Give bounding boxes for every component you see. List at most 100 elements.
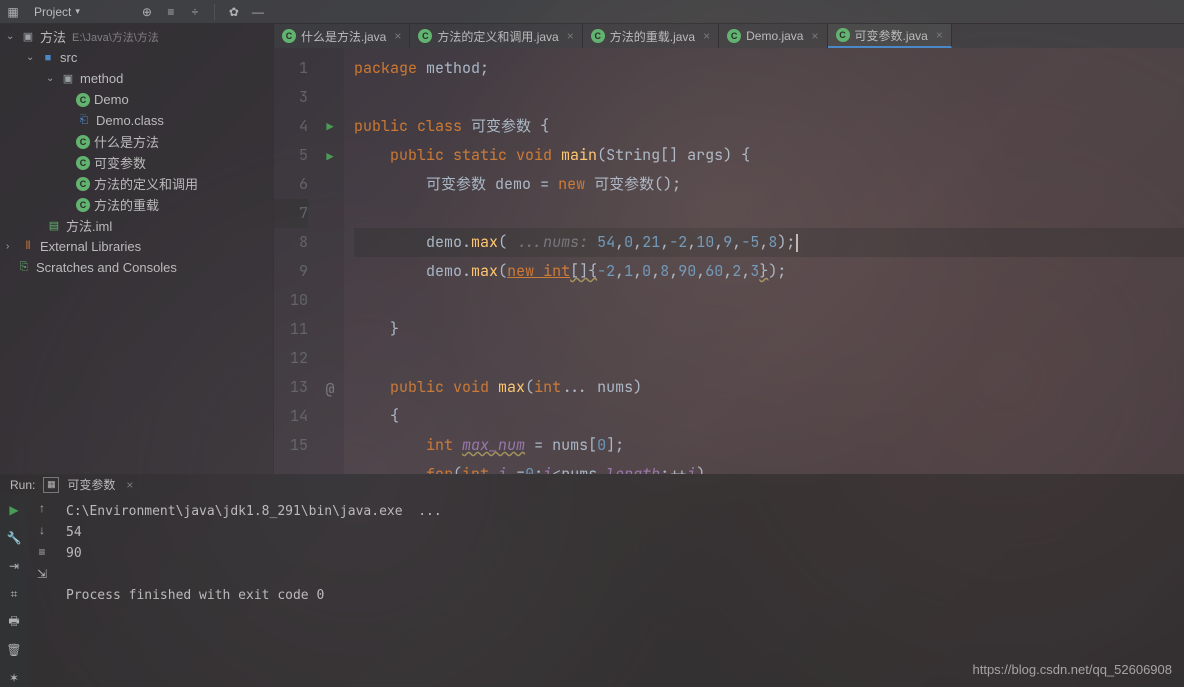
step-icon[interactable]: ⇥ [5,557,23,575]
chevron-down-icon: ⌄ [26,52,36,63]
java-class-icon: C [591,29,605,43]
tab-label: 什么是方法.java [301,28,386,45]
run-nav: ↑ ↓ ≡ ⇲ [28,495,56,687]
locate-icon[interactable]: ⊕ [138,3,156,21]
close-icon[interactable]: × [567,29,574,43]
run-panel: Run: ▦ 可变参数 × ▶ 🔧 ⇥ ⌗ 🖶 🗑 ✶ ↑ ↓ ≡ ⇲ C:\E… [0,474,1184,687]
close-icon[interactable]: × [394,29,401,43]
iml-icon: ▤ [46,218,62,234]
editor-tab[interactable]: C 方法的重载.java × [583,24,719,48]
code-content[interactable]: package method; public class 可变参数 { publ… [344,48,1184,474]
code-editor[interactable]: 13456789101112131415 ▶ ▶ @ package method… [274,48,1184,474]
class-file-icon: ⎗ [76,113,92,129]
editor-tab[interactable]: C 什么是方法.java × [274,24,410,48]
tab-label: Demo.java [746,29,803,43]
run-toolbar: ▶ 🔧 ⇥ ⌗ 🖶 🗑 ✶ [0,495,28,687]
close-icon[interactable]: × [811,29,818,43]
java-class-icon: C [418,29,432,43]
run-header: Run: ▦ 可变参数 × [0,475,1184,495]
run-output[interactable]: C:\Environment\java\jdk1.8_291\bin\java.… [56,495,1184,687]
up-arrow-icon[interactable]: ↑ [39,501,45,515]
chevron-right-icon: › [6,241,16,252]
java-class-icon: C [836,28,850,42]
line-numbers: 13456789101112131415 [274,48,316,474]
print-icon[interactable]: 🖶 [5,613,23,631]
tree-file-democlass[interactable]: ⎗ Demo.class [0,110,273,131]
tree-label: src [60,50,77,65]
java-class-icon: C [76,198,90,212]
chevron-down-icon: ▾ [75,6,80,17]
editor-tabs: C 什么是方法.java × C 方法的定义和调用.java × C 方法的重载… [274,24,1184,48]
tree-label: 方法.iml [66,216,112,235]
tree-label: 可变参数 [94,153,146,172]
tree-file-demo[interactable]: C Demo [0,89,273,110]
tree-label: Demo [94,92,129,107]
wrench-icon[interactable]: 🔧 [5,529,23,547]
tree-label: 方法 [40,27,66,46]
gear-icon[interactable]: ✿ [225,3,243,21]
folder-icon: ■ [40,50,56,66]
run-gutter-icon[interactable]: ▶ [326,149,333,165]
scroll-icon[interactable]: ⇲ [37,567,47,581]
tree-package[interactable]: ⌄ ▣ method [0,68,273,89]
tree-src[interactable]: ⌄ ■ src [0,47,273,68]
close-icon[interactable]: × [126,478,133,492]
tree-file-2[interactable]: C 什么是方法 [0,131,273,152]
tree-label: 方法的定义和调用 [94,174,198,193]
tree-external-libs[interactable]: › ⫴ External Libraries [0,236,273,257]
tree-file-5[interactable]: C 方法的重载 [0,194,273,215]
project-tree: ⌄ ▣ 方法 E:\Java\方法\方法 ⌄ ■ src ⌄ ▣ method … [0,24,274,474]
editor-tab[interactable]: C Demo.java × [719,24,827,48]
chevron-down-icon: ⌄ [6,31,16,42]
run-config-name: 可变参数 [67,476,115,493]
java-class-icon: C [76,156,90,170]
editor-area: C 什么是方法.java × C 方法的定义和调用.java × C 方法的重载… [274,24,1184,474]
tree-label: 方法的重载 [94,195,159,214]
run-config-icon[interactable]: ▦ [43,477,59,493]
tab-label: 方法的定义和调用.java [437,28,558,45]
scratches-icon: ⎘ [16,260,32,276]
tree-label: method [80,71,123,86]
tab-label: 可变参数.java [855,27,928,44]
tab-label: 方法的重载.java [610,28,695,45]
java-class-icon: C [727,29,741,43]
tree-label: Demo.class [96,113,164,128]
tree-iml[interactable]: ▤ 方法.iml [0,215,273,236]
close-icon[interactable]: × [703,29,710,43]
hide-icon[interactable]: — [249,3,267,21]
folder-icon: ▣ [20,29,36,45]
tree-label: External Libraries [40,239,141,254]
project-toolbar: ▦ Project ▾ ⊕ ≡ ÷ ✿ — [0,0,1184,24]
wrap-icon[interactable]: ≡ [38,545,45,559]
tree-file-3[interactable]: C 可变参数 [0,152,273,173]
run-gutter-icon[interactable]: ▶ [326,119,333,135]
rerun-icon[interactable]: ▶ [5,501,23,519]
override-icon[interactable]: @ [325,379,334,399]
java-class-icon: C [76,93,90,107]
java-class-icon: C [282,29,296,43]
libraries-icon: ⫴ [20,239,36,255]
pin-icon[interactable]: ✶ [5,669,23,687]
tree-scratches[interactable]: ⎘ Scratches and Consoles [0,257,273,278]
expand-icon[interactable]: ≡ [162,3,180,21]
editor-tab-active[interactable]: C 可变参数.java × [828,24,952,48]
editor-tab[interactable]: C 方法的定义和调用.java × [410,24,582,48]
delete-icon[interactable]: 🗑 [5,641,23,659]
collapse-icon[interactable]: ÷ [186,3,204,21]
tree-file-4[interactable]: C 方法的定义和调用 [0,173,273,194]
down-arrow-icon[interactable]: ↓ [39,523,45,537]
package-icon: ▣ [60,71,76,87]
bug-icon[interactable]: ⌗ [5,585,23,603]
tree-path: E:\Java\方法\方法 [72,29,159,45]
project-label-text: Project [34,5,71,19]
watermark: https://blog.csdn.net/qq_52606908 [973,662,1173,677]
project-view-icon[interactable]: ▦ [4,3,22,21]
tree-root[interactable]: ⌄ ▣ 方法 E:\Java\方法\方法 [0,26,273,47]
run-label: Run: [10,478,35,492]
project-label[interactable]: Project ▾ [28,5,86,19]
tree-label: 什么是方法 [94,132,159,151]
close-icon[interactable]: × [936,28,943,42]
tree-label: Scratches and Consoles [36,260,177,275]
java-class-icon: C [76,135,90,149]
java-class-icon: C [76,177,90,191]
